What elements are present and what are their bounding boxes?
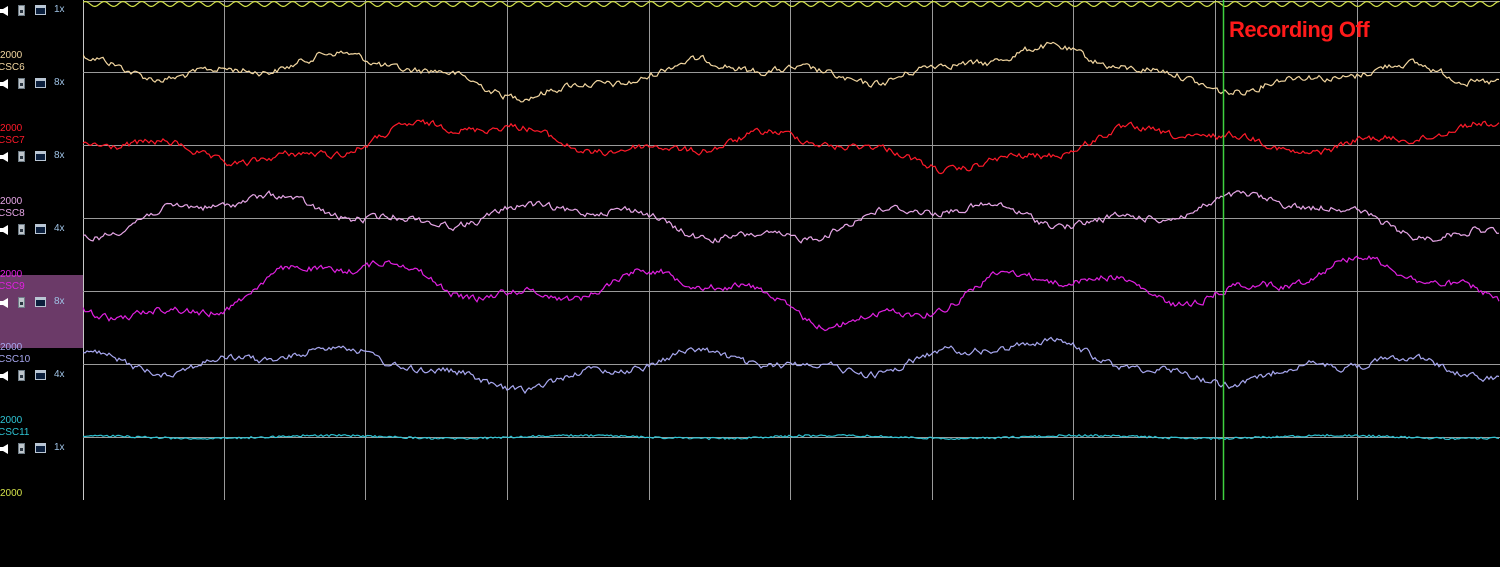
speaker-icon[interactable] [0,6,12,16]
channel-name: CSC11 [0,427,30,438]
speaker-icon[interactable] [0,79,12,89]
channel-controls: 8x [0,296,80,309]
channel-controls: 8x [0,150,80,163]
channel-controls: 1x [0,442,80,455]
channel-gain-button[interactable]: 1x [54,4,65,16]
window-icon[interactable] [35,78,46,88]
window-icon[interactable] [35,297,46,307]
channel-controls: 8x [0,77,80,90]
channel-row-csc5[interactable]: CSC5 1x [0,0,83,56]
channel-name: CSC6 [0,62,25,73]
channel-scale: 2000 [0,415,23,426]
channel-scale: 2000 [0,269,23,280]
channel-name: CSC9 [0,281,25,292]
channel-name: CSC10 [0,354,31,365]
channel-controls: 4x [0,369,80,382]
speaker-icon[interactable] [0,444,12,454]
recording-status-label: Recording Off [1229,17,1370,42]
channel-gain-button[interactable]: 8x [54,296,65,308]
channel-gain-button[interactable]: 1x [54,442,65,454]
window-icon[interactable] [35,443,46,453]
waveform-canvas[interactable] [83,0,1500,500]
channel-controls: 1x [0,4,80,17]
waveform-display[interactable] [83,0,1500,500]
clip-icon[interactable] [18,78,25,89]
channel-scale: 2000 [0,50,23,61]
window-icon[interactable] [35,224,46,234]
clip-icon[interactable] [18,224,25,235]
channel-name: CSC5 [0,0,25,1]
window-icon[interactable] [35,5,46,15]
channel-gain-button[interactable]: 8x [54,150,65,162]
channel-controls: 4x [0,223,80,236]
channel-row-csc10[interactable]: 2000 CSC10 4x [0,342,83,421]
channel-row-csc7[interactable]: 2000 CSC7 8x [0,123,83,202]
channel-row-extra[interactable]: 2000 [0,488,83,567]
channel-row-csc6[interactable]: 2000 CSC6 8x [0,50,83,129]
channel-scale: 2000 [0,196,23,207]
window-icon[interactable] [35,151,46,161]
channel-list: CSC51x2000CSC68x2000CSC78x2000CSC84x2000… [0,0,83,500]
channel-row-csc9[interactable]: 2000 CSC9 8x [0,269,83,348]
clip-icon[interactable] [18,443,25,454]
channel-scale: 2000 [0,488,23,499]
clip-icon[interactable] [18,297,25,308]
channel-gain-button[interactable]: 8x [54,77,65,89]
channel-name: CSC8 [0,208,25,219]
speaker-icon[interactable] [0,298,12,308]
speaker-icon[interactable] [0,371,12,381]
channel-row-csc11[interactable]: 2000 CSC11 1x [0,415,83,494]
channel-row-csc8[interactable]: 2000 CSC8 4x [0,196,83,275]
clip-icon[interactable] [18,151,25,162]
speaker-icon[interactable] [0,225,12,235]
channel-gain-button[interactable]: 4x [54,223,65,235]
channel-name: CSC7 [0,135,25,146]
channel-gain-button[interactable]: 4x [54,369,65,381]
clip-icon[interactable] [18,5,25,16]
window-icon[interactable] [35,370,46,380]
channel-scale: 2000 [0,342,23,353]
speaker-icon[interactable] [0,152,12,162]
clip-icon[interactable] [18,370,25,381]
channel-scale: 2000 [0,123,23,134]
